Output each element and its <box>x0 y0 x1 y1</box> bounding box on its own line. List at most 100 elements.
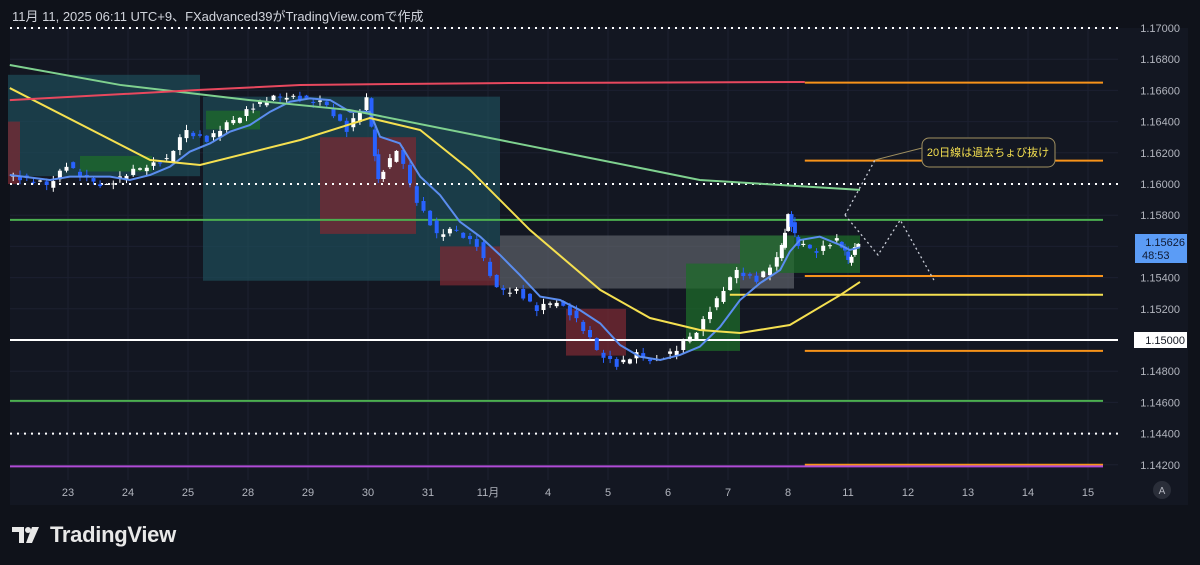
candle-body <box>687 336 692 342</box>
candle-body <box>171 150 176 162</box>
candle-body <box>237 117 242 123</box>
candle-body <box>828 245 832 247</box>
candle-body <box>144 167 149 172</box>
candle-body <box>721 290 726 302</box>
candle-body <box>601 352 606 358</box>
candle-body <box>668 351 673 354</box>
y-tick-label: 1.14400 <box>1140 429 1180 441</box>
candle-body <box>131 168 136 175</box>
x-tick-label: 25 <box>182 487 194 499</box>
candle-body <box>224 122 229 131</box>
candle-body <box>414 186 419 203</box>
last-price-label: 1.15626 48:53 <box>1135 234 1187 263</box>
candle-body <box>231 120 236 124</box>
chart-caption: 11月 11, 2025 06:11 UTC+9、FXadvanced39がTr… <box>12 9 424 24</box>
candle-body <box>271 95 276 101</box>
candle-body <box>177 137 182 150</box>
tradingview-logo-icon <box>12 527 39 543</box>
candle-body <box>251 108 256 110</box>
candle-body <box>567 305 572 316</box>
bar-countdown: 48:53 <box>1142 250 1170 262</box>
candle-body <box>244 109 249 116</box>
candle-body <box>714 298 719 308</box>
candle-body <box>447 228 452 234</box>
x-tick-label: 4 <box>545 487 551 499</box>
candle-body <box>849 256 854 263</box>
x-tick-label: 23 <box>62 487 74 499</box>
candle-body <box>204 135 209 142</box>
y-tick-label: 1.14200 <box>1140 460 1180 472</box>
candle-body <box>278 96 283 98</box>
x-tick-label: 8 <box>785 487 791 499</box>
candle-body <box>104 184 109 185</box>
x-tick-label: 11月 <box>477 487 499 499</box>
candle-body <box>588 330 592 338</box>
callout-text: 20日線は過去ちょび抜け <box>927 145 1049 159</box>
candle-body <box>38 180 43 182</box>
candle-body <box>754 275 759 282</box>
candle-body <box>78 171 82 176</box>
candle-body <box>318 100 322 102</box>
candle-body <box>783 232 787 248</box>
candle-body <box>774 257 779 267</box>
candle-body <box>792 222 797 234</box>
candle-body <box>291 95 296 97</box>
price-chart[interactable]: 20日線は過去ちょび抜け 1.17000 1.16800 1.16600 1.1640… <box>0 0 1200 565</box>
y-tick-label: 1.16200 <box>1140 148 1180 160</box>
candle-body <box>51 181 56 188</box>
x-tick-label: 31 <box>422 487 434 499</box>
candle-body <box>534 305 539 311</box>
candle-body <box>834 238 839 241</box>
candle-body <box>372 129 377 157</box>
y-tick-label: 1.14800 <box>1140 366 1180 378</box>
candle-body <box>311 101 316 103</box>
candle-body <box>627 359 632 364</box>
candle-body <box>98 184 103 187</box>
x-tick-label: 6 <box>665 487 671 499</box>
last-price-value: 1.15626 <box>1145 237 1185 249</box>
candle-body <box>728 277 733 291</box>
candle-body <box>681 340 686 350</box>
candle-body <box>594 338 599 350</box>
x-tick-label: 5 <box>605 487 611 499</box>
candle-body <box>461 232 466 238</box>
candle-body <box>768 267 772 276</box>
y-tick-label: 1.15400 <box>1140 273 1180 285</box>
x-tick-label: 12 <box>902 487 914 499</box>
candle-body <box>554 302 559 307</box>
candle-body <box>151 162 156 166</box>
level-label-1-15: 1.15000 <box>1134 332 1187 348</box>
candle-body <box>91 178 96 182</box>
candle-body <box>428 210 433 226</box>
candle-body <box>494 274 499 288</box>
candle-body <box>528 293 532 302</box>
x-tick-label: 24 <box>122 487 134 499</box>
time-scale[interactable] <box>10 480 1118 505</box>
candle-body <box>741 272 746 277</box>
candle-body <box>614 359 619 367</box>
candle-body <box>387 158 392 168</box>
level-label-value: 1.15000 <box>1145 335 1185 347</box>
candle-body <box>284 97 289 100</box>
candle-body <box>541 303 546 311</box>
auto-scale-label: A <box>1159 486 1166 497</box>
candle-body <box>381 171 386 180</box>
candle-body <box>574 310 579 319</box>
candle-body <box>608 355 613 360</box>
candle-body <box>408 164 412 184</box>
candle-body <box>708 311 712 320</box>
candle-body <box>514 288 519 291</box>
candle-body <box>111 183 116 185</box>
tradingview-logo[interactable]: TradingView <box>12 522 176 548</box>
tradingview-brand: TradingView <box>50 522 176 547</box>
y-tick-label: 1.16800 <box>1140 54 1180 66</box>
candle-body <box>184 130 189 139</box>
candle-body <box>521 288 526 299</box>
candle-body <box>581 321 586 331</box>
zone-box <box>686 263 740 351</box>
candle-body <box>761 271 766 278</box>
candle-body <box>198 134 202 136</box>
x-tick-label: 29 <box>302 487 314 499</box>
candle-body <box>376 154 381 180</box>
candle-body <box>821 245 826 251</box>
